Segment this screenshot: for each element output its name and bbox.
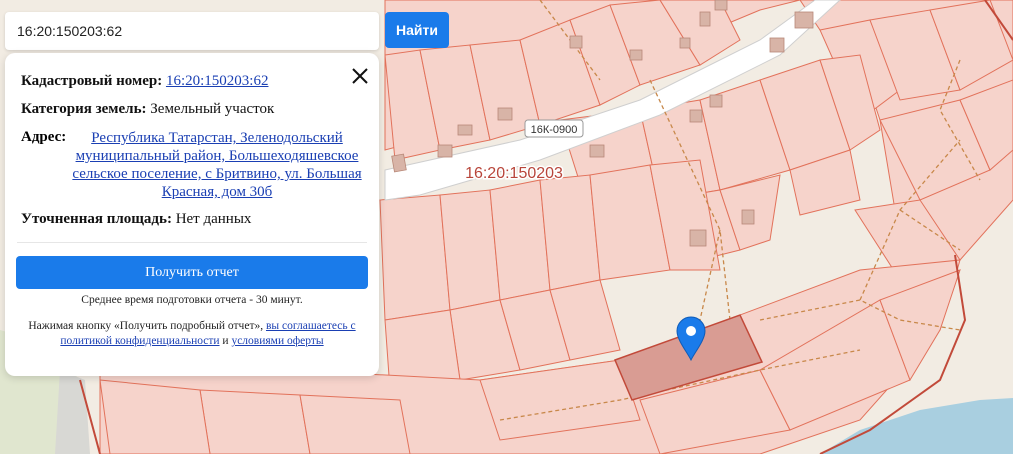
area-value: Нет данных [175, 211, 252, 227]
svg-text:16К-0900: 16К-0900 [531, 124, 578, 136]
consent-note: Нажимая кнопку «Получить подробный отчет… [15, 319, 369, 349]
close-icon[interactable] [349, 65, 371, 87]
quarter-label: 16:20:150203 [465, 165, 563, 182]
cadastral-label: Кадастровый номер: [21, 73, 163, 89]
address-label: Адрес: [21, 129, 67, 145]
cadastral-link[interactable]: 16:20:150203:62 [166, 73, 269, 89]
avg-time-note: Среднее время подготовки отчета - 30 мин… [81, 294, 303, 306]
consent-and: и [222, 335, 229, 347]
road-label: 16К-0900 [524, 119, 584, 138]
search-input[interactable] [5, 12, 379, 50]
address-link[interactable]: Республика Татарстан, Зеленодольский мун… [71, 129, 363, 201]
search-button[interactable]: Найти [385, 12, 449, 48]
area-row: Уточненная площадь: Нет данных [21, 210, 251, 229]
area-label: Уточненная площадь: [21, 211, 172, 227]
category-row: Категория земель: Земельный участок [21, 100, 274, 119]
category-label: Категория земель: [21, 101, 147, 117]
parcel-info-panel: Кадастровый номер: 16:20:150203:62 Катег… [5, 53, 379, 376]
offer-terms-link[interactable]: условиями оферты [231, 335, 323, 347]
search-box [5, 12, 379, 50]
consent-prefix: Нажимая кнопку «Получить подробный отчет… [28, 320, 264, 332]
get-report-button[interactable]: Получить отчет [16, 256, 368, 289]
cadastral-row: Кадастровый номер: 16:20:150203:62 [21, 72, 268, 91]
category-value: Земельный участок [150, 101, 275, 117]
divider [17, 242, 367, 243]
